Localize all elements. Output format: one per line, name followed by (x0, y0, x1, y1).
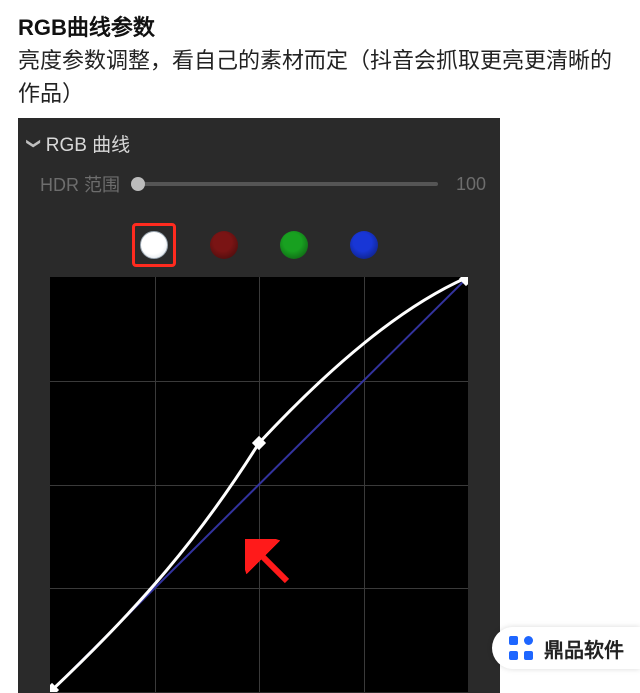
watermark-text: 鼎品软件 (544, 634, 624, 663)
watermark: 鼎品软件 (492, 627, 640, 669)
channel-green[interactable] (272, 223, 316, 267)
curve-editor[interactable] (50, 277, 468, 692)
slider-thumb[interactable] (131, 177, 145, 191)
curve-svg (50, 277, 468, 692)
watermark-logo-icon (506, 633, 536, 663)
red-circle-icon (210, 231, 238, 259)
page-title: RGB曲线参数 (0, 0, 640, 44)
channel-swatches (18, 223, 500, 267)
rgb-curves-panel: ❯ RGB 曲线 HDR 范围 100 (18, 118, 500, 693)
hdr-range-row: HDR 范围 100 (18, 165, 500, 201)
green-circle-icon (280, 231, 308, 259)
slider-track (138, 182, 438, 186)
hdr-slider[interactable] (138, 182, 438, 186)
section-label: RGB 曲线 (46, 130, 130, 157)
section-header[interactable]: ❯ RGB 曲线 (18, 118, 500, 165)
page-description: 亮度参数调整，看自己的素材而定（抖音会抓取更亮更清晰的作品） (0, 44, 640, 118)
channel-red[interactable] (202, 223, 246, 267)
channel-blue[interactable] (342, 223, 386, 267)
hdr-label: HDR 范围 (40, 171, 120, 197)
blue-circle-icon (350, 231, 378, 259)
channel-white[interactable] (132, 223, 176, 267)
white-circle-icon (140, 231, 168, 259)
chevron-down-icon: ❯ (25, 138, 42, 150)
hdr-value: 100 (456, 174, 486, 195)
